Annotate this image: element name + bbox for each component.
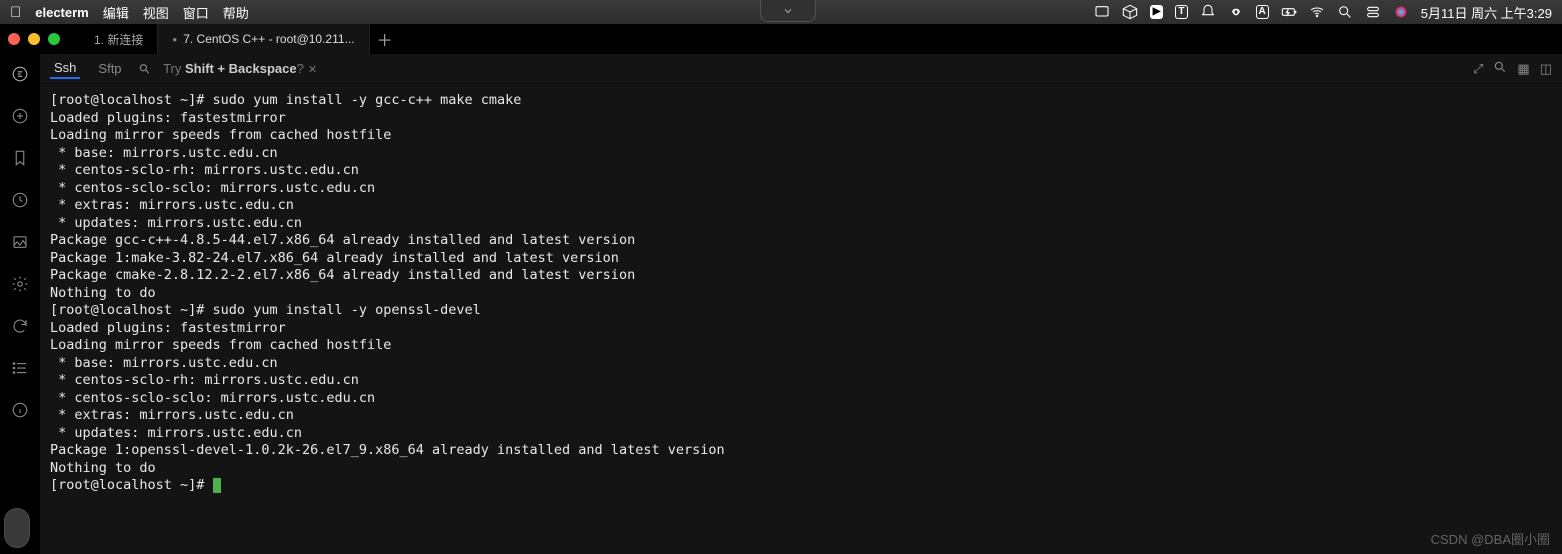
sync-icon[interactable]: [10, 316, 30, 336]
csdn-watermark: CSDN @DBA圈小圈: [1431, 529, 1550, 548]
infinity-icon[interactable]: [1228, 4, 1244, 20]
bookmarks-icon[interactable]: [10, 148, 30, 168]
session-tabs: 1. 新连接 ● 7. CentOS C++ - root@10.211... …: [80, 24, 400, 54]
scrollbar-pill-icon[interactable]: [4, 508, 30, 548]
subtab-ssh[interactable]: Ssh: [50, 58, 80, 79]
subtab-sftp[interactable]: Sftp: [94, 59, 125, 78]
traffic-lights: [8, 33, 60, 45]
new-tab-button[interactable]: ＋: [370, 24, 400, 54]
info-icon[interactable]: [10, 400, 30, 420]
minimize-window-button[interactable]: [28, 33, 40, 45]
input-a-icon[interactable]: A: [1256, 5, 1269, 19]
attachment-icon[interactable]: ⚲: [135, 59, 153, 77]
tab-centos[interactable]: ● 7. CentOS C++ - root@10.211...: [158, 24, 369, 54]
wifi-icon[interactable]: [1309, 4, 1325, 20]
bell-icon[interactable]: [1200, 4, 1216, 20]
left-sidebar: [0, 54, 40, 554]
mac-menubar:  electerm 编辑 视图 窗口 帮助 ▶ T A 5月11日 周六 上午…: [0, 0, 1562, 24]
fullscreen-icon[interactable]: ⤢: [1473, 61, 1483, 77]
menu-window[interactable]: 窗口: [183, 3, 209, 22]
search-icon[interactable]: [1337, 4, 1353, 20]
cube-icon[interactable]: [1122, 4, 1138, 20]
shortcut-hint: Try Shift + Backspace? ✕: [163, 61, 317, 76]
menu-help[interactable]: 帮助: [223, 3, 249, 22]
mission-control-dropdown-icon[interactable]: [760, 0, 816, 22]
control-center-icon[interactable]: [1365, 4, 1381, 20]
menu-edit[interactable]: 编辑: [103, 3, 129, 22]
search-terminal-icon[interactable]: [1493, 60, 1507, 77]
session-subbar: Ssh Sftp ⚲ Try Shift + Backspace? ✕ ⤢ ▦ ◫: [40, 54, 1562, 84]
tab-status-dot-icon: ●: [172, 35, 177, 44]
hint-shortcut: Shift + Backspace: [185, 61, 297, 76]
hint-prefix: Try: [163, 61, 185, 76]
list-icon[interactable]: [10, 358, 30, 378]
cast-icon[interactable]: [1094, 4, 1110, 20]
app-name[interactable]: electerm: [35, 5, 88, 20]
clock[interactable]: 5月11日 周六 上午3:29: [1421, 3, 1552, 22]
window-titlebar: 1. 新连接 ● 7. CentOS C++ - root@10.211... …: [0, 24, 1562, 54]
split-vertical-icon[interactable]: ◫: [1540, 61, 1552, 77]
history-icon[interactable]: [10, 190, 30, 210]
hint-close-icon[interactable]: ✕: [308, 64, 317, 76]
tab-label: 1. 新连接: [94, 31, 143, 48]
hint-q: ?: [297, 61, 304, 76]
apple-menu-icon[interactable]: : [10, 4, 21, 21]
menu-view[interactable]: 视图: [143, 3, 169, 22]
add-icon[interactable]: [10, 106, 30, 126]
text-box-icon[interactable]: T: [1175, 5, 1187, 19]
play-icon[interactable]: ▶: [1150, 5, 1164, 19]
electerm-logo-icon[interactable]: [10, 64, 30, 84]
tab-new-connection[interactable]: 1. 新连接: [80, 24, 158, 54]
tab-label: 7. CentOS C++ - root@10.211...: [183, 32, 354, 46]
maximize-window-button[interactable]: [48, 33, 60, 45]
battery-charging-icon[interactable]: [1281, 4, 1297, 20]
siri-icon[interactable]: [1393, 4, 1409, 20]
close-window-button[interactable]: [8, 33, 20, 45]
settings-icon[interactable]: [10, 274, 30, 294]
image-icon[interactable]: [10, 232, 30, 252]
terminal-output[interactable]: [root@localhost ~]# sudo yum install -y …: [40, 84, 1562, 554]
split-grid-icon[interactable]: ▦: [1517, 61, 1529, 77]
